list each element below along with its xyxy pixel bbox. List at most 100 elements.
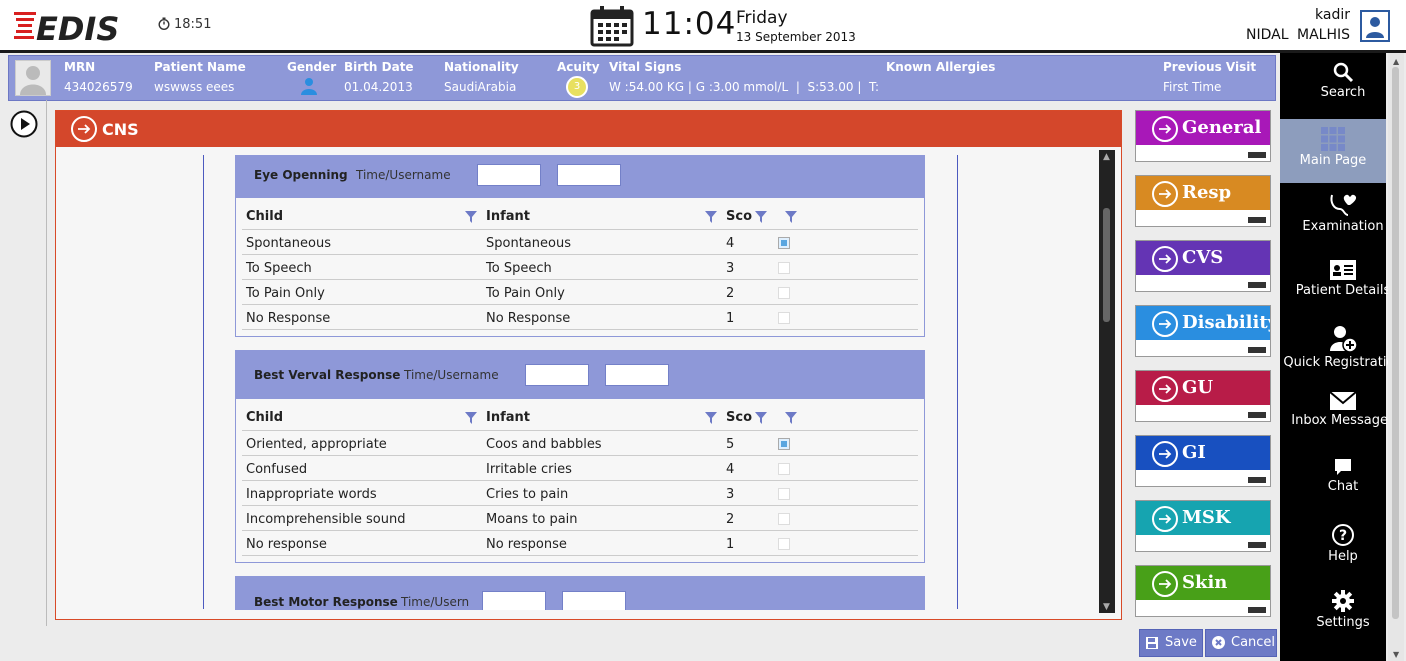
section-label: CVS (1182, 247, 1224, 268)
acuity-label: Acuity (557, 60, 600, 74)
filter-icon[interactable] (465, 211, 477, 223)
row-checkbox[interactable] (778, 312, 790, 324)
section-gu-button[interactable]: GU (1135, 370, 1271, 422)
card-title: Eye Openning (254, 168, 348, 182)
play-icon[interactable] (10, 110, 38, 138)
add-user-icon (1330, 326, 1358, 353)
section-gi-button[interactable]: GI (1135, 435, 1271, 487)
filter-icon[interactable] (755, 211, 767, 223)
section-label: GU (1182, 377, 1214, 398)
sidebar-scroll-thumb[interactable] (1392, 67, 1399, 619)
cell-score: 1 (726, 537, 735, 552)
sidebar-item-label: Help (1328, 549, 1358, 564)
card-header: Best Motor Response Time/Usern (236, 577, 924, 610)
filter-icon[interactable] (705, 412, 717, 424)
row-checkbox[interactable] (778, 438, 790, 450)
filter-icon[interactable] (785, 412, 797, 424)
close-icon (1212, 636, 1225, 649)
cell-child: Incomprehensible sound (246, 512, 406, 527)
arrow-right-icon (1152, 181, 1178, 207)
divider (242, 329, 918, 330)
row-checkbox[interactable] (778, 488, 790, 500)
user-name: NIDAL MALHIS (1246, 27, 1350, 43)
time-field[interactable] (477, 164, 541, 186)
cns-panel-title: CNS (102, 120, 139, 139)
username-field[interactable] (605, 364, 669, 386)
user-avatar[interactable] (1360, 10, 1390, 42)
sidebar-item-main-page[interactable]: Main Page (1280, 119, 1386, 183)
row-checkbox[interactable] (778, 538, 790, 550)
known-allergies-label: Known Allergies (886, 60, 996, 74)
current-time: 11:04 (642, 6, 737, 42)
section-label: GI (1182, 442, 1206, 463)
male-gender-icon (301, 78, 317, 95)
divider (242, 279, 918, 280)
section-label: General (1182, 117, 1262, 138)
time-field[interactable] (482, 591, 546, 610)
section-skin-button[interactable]: Skin (1135, 565, 1271, 617)
filter-icon[interactable] (785, 211, 797, 223)
divider (203, 155, 204, 609)
section-label: Disability (1182, 312, 1270, 333)
mrn-label: MRN (64, 60, 96, 74)
sidebar-item-label: Inbox Messages (1291, 413, 1395, 428)
column-header-infant: Infant (486, 209, 530, 224)
column-header-child: Child (246, 209, 284, 224)
section-label: Resp (1182, 182, 1232, 203)
help-icon: ? (1332, 524, 1354, 546)
collapse-indicator (1248, 542, 1266, 548)
section-msk-button[interactable]: MSK (1135, 500, 1271, 552)
sidebar-scrollbar[interactable]: ▲ ▼ (1388, 53, 1404, 661)
stopwatch-icon (158, 17, 170, 31)
section-general-button[interactable]: General (1135, 110, 1271, 162)
divider (242, 480, 918, 481)
cell-infant: Irritable cries (486, 462, 572, 477)
card-title: Best Verval Response (254, 368, 401, 382)
save-button[interactable]: Save (1139, 629, 1203, 657)
mrn-value: 434026579 (64, 80, 133, 94)
row-checkbox[interactable] (778, 463, 790, 475)
grid-icon (1321, 127, 1345, 151)
edis-logo: EDIS (14, 10, 119, 46)
cell-infant: No Response (486, 311, 571, 326)
divider (242, 530, 918, 531)
username-field[interactable] (562, 591, 626, 610)
divider (242, 229, 918, 230)
cell-child: Confused (246, 462, 308, 477)
cell-child: No response (246, 537, 327, 552)
content-scrollbar[interactable]: ▲ ▼ (1099, 150, 1115, 613)
acuity-badge: 3 (566, 76, 588, 98)
user-icon (1366, 17, 1384, 38)
section-resp-button[interactable]: Resp (1135, 175, 1271, 227)
cancel-button[interactable]: Cancel (1205, 629, 1277, 657)
cell-infant: No response (486, 537, 567, 552)
row-checkbox[interactable] (778, 262, 790, 274)
time-field[interactable] (525, 364, 589, 386)
arrow-right-icon (1152, 246, 1178, 272)
filter-icon[interactable] (465, 412, 477, 424)
filter-icon[interactable] (755, 412, 767, 424)
gear-icon (1332, 590, 1354, 612)
username-field[interactable] (557, 164, 621, 186)
row-checkbox[interactable] (778, 237, 790, 249)
collapse-indicator (1248, 412, 1266, 418)
section-cvs-button[interactable]: CVS (1135, 240, 1271, 292)
arrow-right-icon (1152, 571, 1178, 597)
sidebar-item-label: Quick Registration (1283, 355, 1403, 370)
sidebar-item-label: Chat (1327, 479, 1359, 494)
section-label: MSK (1182, 507, 1231, 528)
filter-icon[interactable] (705, 211, 717, 223)
calendar-icon[interactable] (590, 5, 634, 47)
content-scroll-thumb[interactable] (1103, 208, 1110, 322)
cell-score: 4 (726, 236, 735, 251)
stethoscope-heart-icon (1330, 194, 1357, 216)
gender-label: Gender (287, 60, 337, 74)
section-disability-button[interactable]: Disability (1135, 305, 1271, 357)
patient-banner: MRN 434026579 Patient Name wswwss eees G… (8, 55, 1276, 101)
birth-date-value: 01.04.2013 (344, 80, 413, 94)
row-checkbox[interactable] (778, 287, 790, 299)
best-motor-response-card: Best Motor Response Time/Usern (235, 576, 925, 610)
cell-score: 3 (726, 487, 735, 502)
session-timer-value: 18:51 (174, 17, 212, 32)
row-checkbox[interactable] (778, 513, 790, 525)
